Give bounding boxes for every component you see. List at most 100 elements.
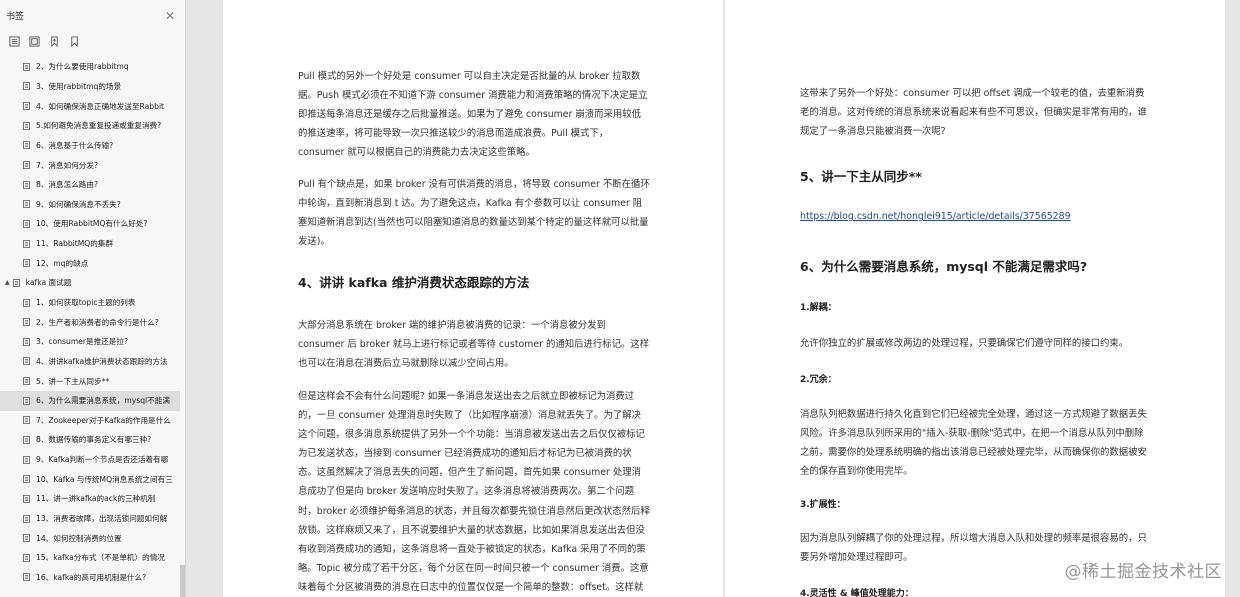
bookmark-item[interactable]: 11、RabbitMQ的集群 bbox=[0, 234, 180, 254]
collapse-caret-icon[interactable]: ▲ bbox=[5, 279, 10, 286]
bookmark-item[interactable]: 4、讲讲kafka维护消费状态跟踪的方法 bbox=[0, 352, 180, 372]
bookmark-page-icon bbox=[23, 377, 30, 385]
bookmark-page-icon bbox=[23, 534, 30, 543]
bookmark-item[interactable]: 9、如何确保消息不丢失? bbox=[0, 194, 180, 214]
bookmark-item[interactable]: 4、如何确保消息正确地发送至Rabbit bbox=[0, 96, 180, 116]
expand-all-icon[interactable] bbox=[8, 35, 20, 47]
bookmark-item[interactable]: 6、为什么需要消息系统，mysql不能满 bbox=[0, 390, 180, 411]
bookmark-label: 4、讲讲kafka维护消费状态跟踪的方法 bbox=[36, 356, 168, 366]
paragraph: 但是这样会不会有什么问题呢? 如果一条消息发送出去之后就立即被标记为消费过的，一… bbox=[298, 391, 650, 593]
bookmark-page-icon bbox=[23, 495, 30, 503]
bookmarks-header: 书签 ✕ bbox=[0, 0, 185, 31]
bookmark-item[interactable]: 12、mq的缺点 bbox=[0, 253, 180, 273]
bookmarks-panel: 书签 ✕ 2、为什么要使用rabbitmq 3、使用rabbitmq的场景 4、如何… bbox=[0, 0, 186, 597]
section-heading: 6、为什么需要消息系统，mysql 不能满足需求吗? bbox=[800, 259, 1088, 274]
bookmark-item[interactable]: 5、讲一下主从同步** bbox=[0, 371, 180, 391]
paragraph: 大部分消息系统在 broker 端的维护消息被消费的记录：一个消息被分发到 co… bbox=[298, 320, 650, 370]
bookmark-page-icon bbox=[23, 337, 30, 346]
bookmark-label: 9、如何确保消息不丢失? bbox=[36, 199, 121, 209]
bookmark-icon[interactable] bbox=[68, 35, 80, 47]
bookmark-label: 15、kafka分布式（不是单机）的情况 bbox=[36, 553, 165, 563]
bookmark-page-icon bbox=[23, 396, 30, 405]
bookmark-page-icon bbox=[23, 318, 30, 327]
subheading: 1.解耦： bbox=[800, 303, 837, 313]
bookmark-page-icon bbox=[23, 180, 30, 189]
bookmark-page-icon bbox=[23, 82, 30, 91]
document-page-left: Pull 模式的另外一个好处是 consumer 可以自主决定是否批量的从 br… bbox=[223, 0, 723, 597]
bookmark-label: 7、消息如何分发? bbox=[36, 160, 99, 170]
bookmark-label: 6、消息基于什么传输? bbox=[36, 140, 114, 150]
bookmark-item[interactable]: 9、Kafka判断一个节点是否还活着有哪 bbox=[0, 450, 180, 470]
bookmark-label: 14、如何控制消费的位置 bbox=[36, 533, 122, 543]
bookmark-label: 9、Kafka判断一个节点是否还活着有哪 bbox=[36, 455, 169, 465]
paragraph: 允许你独立的扩展或修改两边的处理过程，只要确保它们遵守同样的接口约束。 bbox=[800, 338, 1129, 349]
bookmark-label: kafka 面试题 bbox=[25, 278, 72, 288]
bookmark-label: 13、消费者故障，出现活锁问题如何解 bbox=[36, 514, 168, 524]
bookmark-label: 5、讲一下主从同步** bbox=[36, 376, 110, 386]
paragraph: Pull 模式的另外一个好处是 consumer 可以自主决定是否批量的从 br… bbox=[298, 71, 648, 159]
bookmark-page-icon bbox=[23, 573, 30, 582]
bookmark-page-icon bbox=[23, 239, 30, 248]
bookmark-page-icon bbox=[23, 62, 30, 71]
bookmark-item[interactable]: 13、消费者故障，出现活锁问题如何解 bbox=[0, 509, 180, 529]
bookmark-item[interactable]: 11、讲一讲kafka的ack的三种机制 bbox=[0, 489, 180, 509]
bookmark-label: 8、消息怎么路由? bbox=[36, 180, 99, 190]
section-heading: 4、讲讲 kafka 维护消费状态跟踪的方法 bbox=[298, 275, 530, 290]
bookmarks-toolbar bbox=[0, 31, 185, 51]
bookmark-page-icon bbox=[23, 259, 30, 268]
bookmark-page-icon bbox=[23, 141, 30, 150]
bookmark-item[interactable]: 2、生产者和消费者的命令行是什么? bbox=[0, 312, 180, 332]
bookmark-label: 10、Kafka 与传统MQ消息系统之间有三 bbox=[36, 474, 173, 484]
bookmark-item[interactable]: 1、如何获取topic主题的列表 bbox=[0, 293, 180, 313]
bookmark-label: 8、数据传输的事务定义有哪三种? bbox=[36, 435, 152, 445]
bookmark-page-icon bbox=[23, 161, 30, 169]
bookmark-item[interactable]: 7、Zookeeper对于Kafka的作用是什么 bbox=[0, 411, 180, 431]
subheading: 4.灵活性 & 峰值处理能力： bbox=[800, 589, 914, 597]
bookmark-item[interactable]: 16、kafka的高可用机制是什么? bbox=[0, 568, 180, 588]
bookmark-page-icon bbox=[23, 121, 30, 130]
close-icon[interactable]: ✕ bbox=[165, 10, 175, 22]
bookmark-add-icon[interactable] bbox=[48, 35, 60, 47]
bookmark-label: 10、使用RabbitMQ有什么好处? bbox=[36, 219, 148, 229]
bookmark-page-icon bbox=[23, 475, 30, 484]
bookmark-label: 2、生产者和消费者的命令行是什么? bbox=[36, 317, 159, 327]
bookmark-label: 1、如何获取topic主题的列表 bbox=[36, 298, 136, 307]
document-page-right: 这带来了另外一个好处：consumer 可以把 offset 调成一个较老的值，… bbox=[725, 0, 1225, 597]
bookmark-item[interactable]: 8、消息怎么路由? bbox=[0, 175, 180, 195]
bookmark-item[interactable]: 3、使用rabbitmq的场景 bbox=[0, 77, 180, 97]
bookmark-label: 11、RabbitMQ的集群 bbox=[36, 239, 114, 249]
bookmark-page-icon bbox=[12, 278, 20, 287]
reference-link[interactable]: https://blog.csdn.net/honglei915/article… bbox=[800, 211, 1071, 222]
bookmark-label: 3、consumer是推还是拉? bbox=[36, 337, 129, 347]
bookmark-list: 2、为什么要使用rabbitmq 3、使用rabbitmq的场景 4、如何确保消息正… bbox=[0, 57, 180, 587]
bookmark-item[interactable]: 10、Kafka 与传统MQ消息系统之间有三 bbox=[0, 469, 180, 489]
paragraph: 这带来了另外一个好处：consumer 可以把 offset 调成一个较老的值，… bbox=[800, 88, 1147, 138]
bookmark-page-icon bbox=[23, 416, 30, 425]
watermark: @稀土掘金技术社区 bbox=[1064, 562, 1222, 582]
paragraph: 消息队列把数据进行持久化直到它们已经被完全处理，通过这一方式规避了数据丢失风险。… bbox=[800, 409, 1147, 478]
bookmark-item[interactable]: 5.如何避免消息重复投递或重复消费? bbox=[0, 116, 180, 136]
bookmarks-title: 书签 bbox=[6, 12, 25, 22]
bookmark-label: 16、kafka的高可用机制是什么? bbox=[36, 572, 147, 582]
bookmark-item[interactable]: 7、消息如何分发? bbox=[0, 155, 180, 175]
bookmark-group[interactable]: ▲ kafka 面试题 bbox=[0, 273, 180, 293]
bookmark-item[interactable]: 15、kafka分布式（不是单机）的情况 bbox=[0, 548, 180, 568]
bookmark-page-icon bbox=[23, 220, 30, 228]
bookmark-label: 7、Zookeeper对于Kafka的作用是什么 bbox=[36, 415, 171, 425]
bookmark-item[interactable]: 2、为什么要使用rabbitmq bbox=[0, 57, 180, 77]
bookmark-label: 3、使用rabbitmq的场景 bbox=[36, 81, 122, 91]
bookmark-label: 6、为什么需要消息系统，mysql不能满 bbox=[36, 396, 170, 406]
subheading: 2.冗余： bbox=[800, 375, 837, 385]
bookmark-item[interactable]: 8、数据传输的事务定义有哪三种? bbox=[0, 430, 180, 450]
bookmark-page-icon bbox=[23, 514, 30, 523]
bookmark-label: 4、如何确保消息正确地发送至Rabbit bbox=[36, 101, 165, 111]
bookmark-page-icon bbox=[23, 298, 30, 307]
bookmark-item[interactable]: 3、consumer是推还是拉? bbox=[0, 332, 180, 352]
bookmark-item[interactable]: 6、消息基于什么传输? bbox=[0, 136, 180, 156]
sidebar-scrollbar[interactable] bbox=[180, 565, 185, 597]
bookmark-item[interactable]: 10、使用RabbitMQ有什么好处? bbox=[0, 214, 180, 234]
bookmark-item[interactable]: 14、如何控制消费的位置 bbox=[0, 528, 180, 548]
collapse-all-icon[interactable] bbox=[28, 35, 40, 47]
bookmark-page-icon bbox=[23, 553, 30, 562]
bookmark-label: 12、mq的缺点 bbox=[36, 258, 89, 268]
